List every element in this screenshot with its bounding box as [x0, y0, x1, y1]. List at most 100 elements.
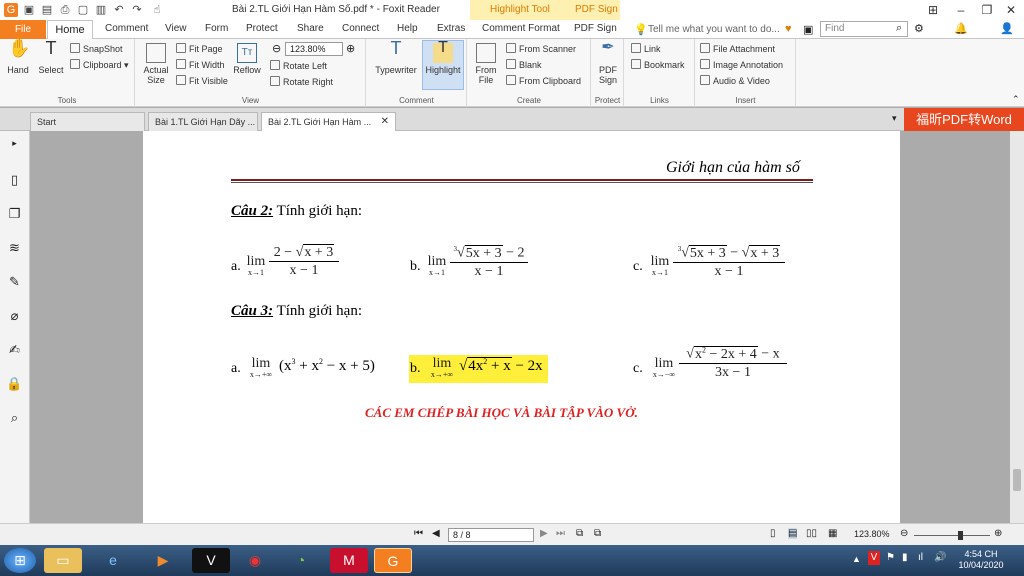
tab-list-icon[interactable]: ▾: [892, 113, 897, 124]
green-app-icon[interactable]: ◔: [282, 548, 320, 573]
tray-flag-icon[interactable]: ⚑: [886, 552, 895, 563]
from-clipboard-button[interactable]: From Clipboard: [506, 75, 581, 87]
zoom-in-icon[interactable]: ⊕: [346, 42, 355, 55]
undo-icon[interactable]: ↶: [112, 3, 126, 17]
image-annotation-button[interactable]: Image Annotation: [700, 59, 783, 71]
tab-share[interactable]: Share: [297, 23, 324, 34]
lock-icon[interactable]: 🔒: [6, 375, 23, 392]
tab-doc-bai2[interactable]: Bài 2.TL Giới Hạn Hàm ... ✕: [261, 112, 396, 131]
first-page-icon[interactable]: ⏮: [414, 528, 423, 539]
tray-signal-icon[interactable]: ıl: [918, 552, 923, 563]
file-attachment-button[interactable]: File Attachment: [700, 43, 775, 55]
fit-page-button[interactable]: Fit Page: [176, 43, 223, 55]
hand-button[interactable]: ✋ Hand: [4, 39, 32, 75]
minimize-button[interactable]: –: [950, 2, 972, 18]
tray-network-icon[interactable]: ▮: [902, 552, 908, 563]
zoom-slider-handle[interactable]: [958, 531, 963, 540]
tell-me-box[interactable]: Tell me what you want to do...: [648, 24, 780, 35]
continuous-icon[interactable]: ▤: [788, 528, 798, 539]
from-file-button[interactable]: From File: [471, 41, 501, 85]
media-player-icon[interactable]: ▶: [144, 548, 182, 573]
new-icon[interactable]: ▢: [76, 3, 90, 17]
tray-volume-icon[interactable]: 🔊: [934, 552, 946, 563]
tab-protect[interactable]: Protect: [246, 23, 278, 34]
zoom-select[interactable]: 123.80%: [285, 42, 343, 56]
tab-pdf-sign[interactable]: PDF Sign: [574, 23, 617, 34]
foxit-taskbar-icon[interactable]: G: [374, 548, 412, 573]
close-tab-icon[interactable]: ✕: [381, 113, 389, 131]
tab-start[interactable]: Start: [30, 112, 145, 131]
tab-home[interactable]: Home: [47, 20, 93, 40]
start-button[interactable]: ⊞: [4, 548, 36, 573]
heart-icon[interactable]: ♥: [785, 23, 792, 35]
search-results-icon[interactable]: ⌕: [6, 409, 23, 426]
prev-view-icon[interactable]: ⧉: [576, 528, 583, 539]
layers-icon[interactable]: ≋: [6, 239, 23, 256]
blank-button[interactable]: Blank: [506, 59, 542, 71]
clock[interactable]: 4:54 CH 10/04/2020: [956, 549, 1006, 571]
user-icon[interactable]: 👤: [1000, 22, 1014, 35]
tab-comment-format[interactable]: Comment Format: [482, 23, 560, 34]
continuous-facing-icon[interactable]: ▦: [828, 528, 837, 539]
next-view-icon[interactable]: ⧉: [594, 528, 601, 539]
open-icon[interactable]: ▣: [22, 3, 36, 17]
v-app-icon[interactable]: V: [192, 548, 230, 573]
tab-form[interactable]: Form: [205, 23, 228, 34]
comments-icon[interactable]: ✎: [6, 273, 23, 290]
tab-view[interactable]: View: [165, 23, 187, 34]
explorer-icon[interactable]: ▭: [44, 548, 82, 573]
zoom-out-status-icon[interactable]: ⊖: [900, 528, 908, 539]
typewriter-button[interactable]: T Typewriter: [371, 39, 421, 75]
next-page-icon[interactable]: ▶: [540, 528, 548, 539]
last-page-icon[interactable]: ⏭: [556, 528, 565, 539]
from-scanner-button[interactable]: From Scanner: [506, 43, 576, 55]
signature-icon[interactable]: ✍: [6, 341, 23, 358]
attachments-icon[interactable]: ⌀: [6, 307, 23, 324]
pdf-sign-button[interactable]: ✒ PDF Sign: [594, 40, 622, 86]
page-icon[interactable]: ▥: [94, 3, 108, 17]
fit-width-button[interactable]: Fit Width: [176, 59, 225, 71]
page-number-input[interactable]: 8 / 8: [448, 528, 534, 542]
context-tab-highlight[interactable]: Highlight Tool: [490, 4, 550, 15]
snapshot-button[interactable]: SnapShot: [70, 43, 123, 55]
highlight-button[interactable]: T Highlight: [422, 40, 464, 90]
tab-help[interactable]: Help: [397, 23, 418, 34]
notification-icon[interactable]: 🔔: [954, 22, 968, 35]
tray-expand-icon[interactable]: ▲: [852, 554, 861, 564]
vertical-scrollbar[interactable]: [1010, 131, 1024, 523]
zoom-in-status-icon[interactable]: ⊕: [994, 528, 1002, 539]
tab-connect[interactable]: Connect: [342, 23, 379, 34]
context-tab-pdf-sign[interactable]: PDF Sign: [575, 4, 618, 15]
restore-button[interactable]: ❐: [976, 2, 998, 18]
reflow-button[interactable]: Tт Reflow: [232, 41, 262, 75]
pdf-to-word-button[interactable]: 福昕PDF转Word: [904, 108, 1024, 131]
single-page-icon[interactable]: ▯: [770, 528, 776, 539]
save-icon[interactable]: ▤: [40, 3, 54, 17]
redo-icon[interactable]: ↷: [130, 3, 144, 17]
tray-v-icon[interactable]: V: [868, 551, 880, 565]
ribbon-options-icon[interactable]: ⊞: [922, 2, 944, 18]
find-input[interactable]: Find: [820, 21, 908, 37]
settings-icon[interactable]: ⚙: [914, 22, 924, 35]
tab-extras[interactable]: Extras: [437, 23, 465, 34]
rotate-left-button[interactable]: Rotate Left: [270, 60, 327, 72]
select-button[interactable]: T Select: [36, 39, 66, 75]
facing-icon[interactable]: ▯▯: [806, 528, 817, 539]
collapse-ribbon-icon[interactable]: ⌃: [1012, 94, 1020, 105]
link-button[interactable]: Link: [631, 43, 661, 55]
scrollbar-thumb[interactable]: [1013, 469, 1021, 491]
rotate-right-button[interactable]: Rotate Right: [270, 76, 333, 88]
chrome-icon[interactable]: ◉: [236, 548, 274, 573]
fit-visible-button[interactable]: Fit Visible: [176, 75, 228, 87]
bookmarks-icon[interactable]: ▯: [6, 171, 23, 188]
expand-panel-icon[interactable]: ▸: [6, 135, 23, 152]
tab-file[interactable]: File: [0, 20, 46, 39]
prev-page-icon[interactable]: ◀: [432, 528, 440, 539]
tab-comment[interactable]: Comment: [105, 23, 148, 34]
clipboard-button[interactable]: Clipboard ▾: [70, 59, 129, 71]
bookmark-button[interactable]: Bookmark: [631, 59, 685, 71]
screen-icon[interactable]: ▣: [803, 23, 813, 36]
pages-icon[interactable]: ❐: [6, 205, 23, 222]
ie-icon[interactable]: e: [94, 548, 132, 573]
zoom-out-icon[interactable]: ⊖: [272, 42, 281, 55]
